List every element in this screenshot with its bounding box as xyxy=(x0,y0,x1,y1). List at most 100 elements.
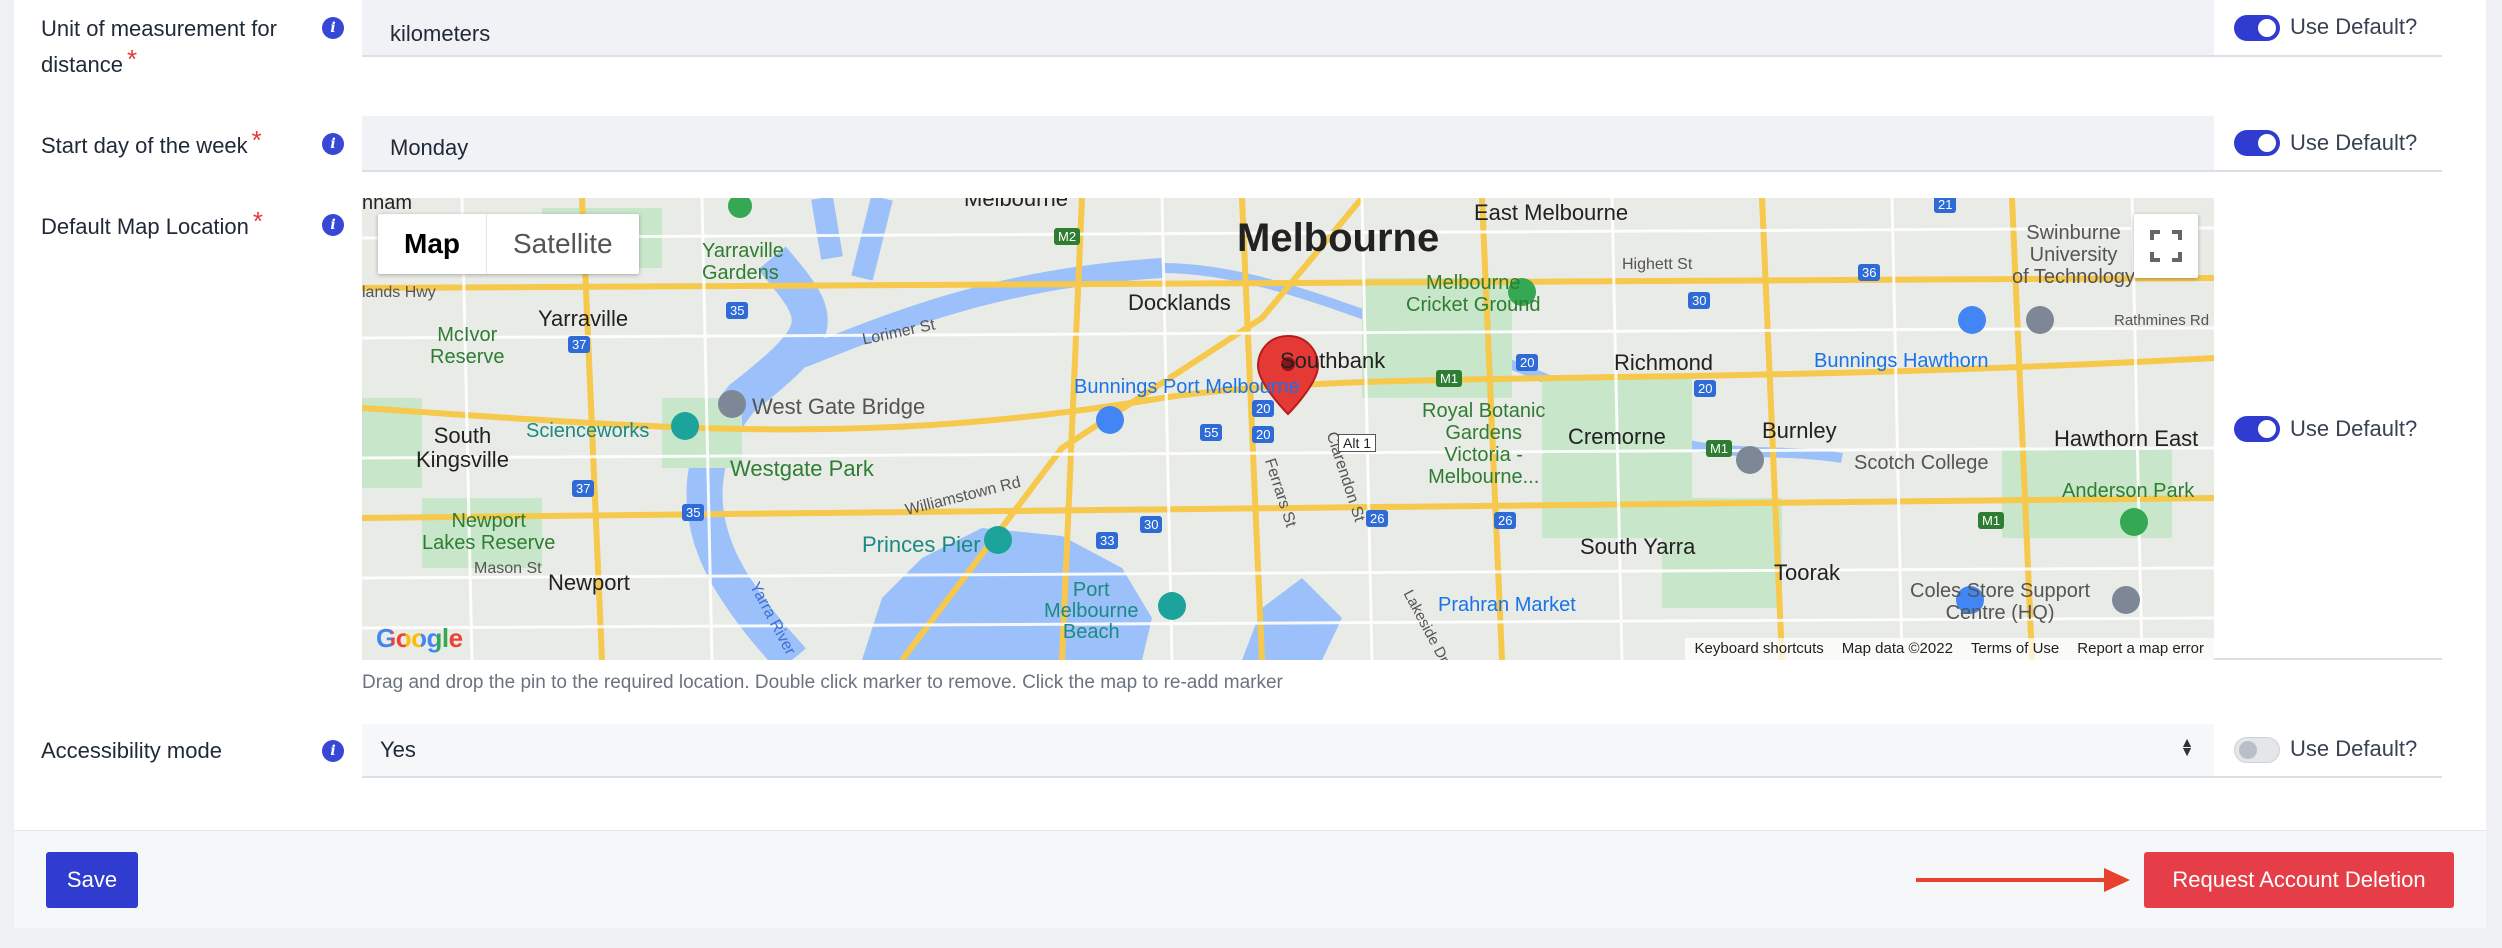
use-default-label: Use Default? xyxy=(2290,736,2418,761)
use-default-toggle[interactable] xyxy=(2234,416,2280,442)
route-shield: 21 xyxy=(1934,198,1957,213)
map-label: McIvor Reserve xyxy=(430,324,505,368)
distance-unit-label-line2: distance xyxy=(41,52,123,77)
start-day-label: Start day of the week * xyxy=(41,125,262,163)
use-default-label: Use Default? xyxy=(2290,14,2418,39)
map-label: West Gate Bridge xyxy=(752,394,926,419)
map-location-label-text: Default Map Location xyxy=(41,214,249,239)
map-type-tabs: Map Satellite xyxy=(378,214,639,274)
map-tab-map[interactable]: Map xyxy=(378,214,487,274)
terms-of-use-link[interactable]: Terms of Use xyxy=(1971,638,2059,660)
map-label: East Melbourne xyxy=(1474,200,1629,225)
map-label: Southbank xyxy=(1280,348,1386,373)
accessibility-default: Use Default? xyxy=(2214,724,2442,778)
map-label: Melbourne xyxy=(1237,216,1440,260)
info-icon[interactable]: i xyxy=(322,133,344,155)
route-shield: 33 xyxy=(1096,532,1119,549)
map-label: Richmond xyxy=(1614,350,1714,375)
map-label: Anderson Park xyxy=(2062,480,2195,502)
accessibility-value: Yes xyxy=(380,737,416,762)
start-day-field[interactable]: Monday xyxy=(362,116,2214,172)
route-shield: 35 xyxy=(682,504,705,521)
start-day-default: Use Default? xyxy=(2214,116,2442,172)
map-label: nham xyxy=(362,198,413,214)
route-shield: Alt 1 xyxy=(1338,434,1377,452)
distance-unit-field[interactable]: kilometers xyxy=(362,0,2214,57)
map-label: Port Melbourne Beach xyxy=(1044,579,1139,643)
route-shield: 37 xyxy=(568,336,591,353)
map-label: Newport xyxy=(548,570,630,595)
map-label: Melbourne Cricket Ground xyxy=(1406,272,1541,316)
route-shield: M1 xyxy=(1436,370,1463,387)
route-shield: 55 xyxy=(1200,424,1223,441)
start-day-value: Monday xyxy=(390,135,469,160)
accessibility-select[interactable]: Yes ▲ ▼ xyxy=(362,724,2214,778)
map-label: Mason St xyxy=(474,560,542,577)
route-shield: 20 xyxy=(1252,426,1275,443)
use-default-toggle[interactable] xyxy=(2234,737,2280,763)
route-shield: M1 xyxy=(1706,440,1733,457)
keyboard-shortcuts-link[interactable]: Keyboard shortcuts xyxy=(1695,638,1824,660)
map-data-text: Map data ©2022 xyxy=(1841,640,1953,657)
use-default-label: Use Default? xyxy=(2290,416,2418,441)
map-label: Westgate Park xyxy=(730,456,874,481)
map-label: South Yarra xyxy=(1580,534,1696,559)
distance-unit-label: Unit of measurement for distance * xyxy=(41,12,277,82)
route-shield: 20 xyxy=(1252,400,1275,417)
info-icon[interactable]: i xyxy=(322,740,344,762)
required-asterisk: * xyxy=(251,125,262,155)
map-label: South Kingsville xyxy=(416,423,509,472)
route-shield: 36 xyxy=(1858,264,1881,281)
distance-unit-value: kilometers xyxy=(390,21,491,46)
request-account-deletion-button[interactable]: Request Account Deletion xyxy=(2144,852,2454,908)
map-label: Yarraville Gardens xyxy=(702,240,784,284)
route-shield: M1 xyxy=(1978,512,2005,529)
map-location-label: Default Map Location * xyxy=(41,206,264,244)
fullscreen-icon xyxy=(2150,230,2182,262)
accessibility-label: Accessibility mode xyxy=(41,738,222,763)
route-shield: 20 xyxy=(1694,380,1717,397)
use-default-toggle[interactable] xyxy=(2234,130,2280,156)
map-label: Rathmines Rd xyxy=(2114,312,2210,329)
report-map-error-link[interactable]: Report a map error xyxy=(2077,638,2204,660)
map-label: Cremorne xyxy=(1568,424,1666,449)
route-shield: 30 xyxy=(1140,516,1163,533)
map-location-default: Use Default? xyxy=(2214,198,2442,660)
map-label: Royal Botanic Gardens Victoria - Melbour… xyxy=(1422,400,1546,488)
use-default-toggle[interactable] xyxy=(2234,15,2280,41)
start-day-label-text: Start day of the week xyxy=(41,133,248,158)
map-label: Coles Store Support Centre (HQ) xyxy=(1910,580,2091,624)
info-icon[interactable]: i xyxy=(322,17,344,39)
map-label: Newport Lakes Reserve xyxy=(422,510,556,554)
fullscreen-button[interactable] xyxy=(2134,214,2198,278)
use-default-label: Use Default? xyxy=(2290,130,2418,155)
route-shield: 37 xyxy=(572,480,595,497)
map-tab-satellite[interactable]: Satellite xyxy=(487,214,639,274)
route-shield: 26 xyxy=(1366,510,1389,527)
map-label: Bunnings Hawthorn xyxy=(1814,350,1989,372)
distance-unit-default: Use Default? xyxy=(2214,0,2442,57)
route-shield: M2 xyxy=(1054,228,1081,245)
map-label: Prahran Market xyxy=(1438,594,1576,616)
map-label: Princes Pier xyxy=(862,532,981,557)
map-hint: Drag and drop the pin to the required lo… xyxy=(362,672,1283,693)
map-label: lands Hwy xyxy=(362,284,436,301)
map-attribution: Keyboard shortcuts Map data ©2022 Terms … xyxy=(1684,638,2214,660)
map-view[interactable]: Melbourne East Melbourne Melbourne Dockl… xyxy=(362,198,2214,660)
map-label: Highett St xyxy=(1622,256,1693,273)
save-button[interactable]: Save xyxy=(46,852,138,908)
required-asterisk: * xyxy=(126,44,138,74)
map-label: Yarraville xyxy=(538,306,629,331)
map-label: Scotch College xyxy=(1854,452,1989,474)
map-label: Toorak xyxy=(1774,560,1841,585)
map-label: Melbourne xyxy=(964,198,1068,211)
map-label: Bunnings Port Melbourne xyxy=(1074,376,1300,398)
arrow-right-icon xyxy=(1916,868,2130,892)
info-icon[interactable]: i xyxy=(322,214,344,236)
required-asterisk: * xyxy=(252,206,264,236)
map-label: Docklands xyxy=(1128,290,1231,315)
route-shield: 20 xyxy=(1516,354,1539,371)
map-label: Burnley xyxy=(1762,418,1837,443)
distance-unit-label-line1: Unit of measurement for xyxy=(41,16,277,41)
select-arrows-icon: ▲ ▼ xyxy=(2180,734,2194,759)
